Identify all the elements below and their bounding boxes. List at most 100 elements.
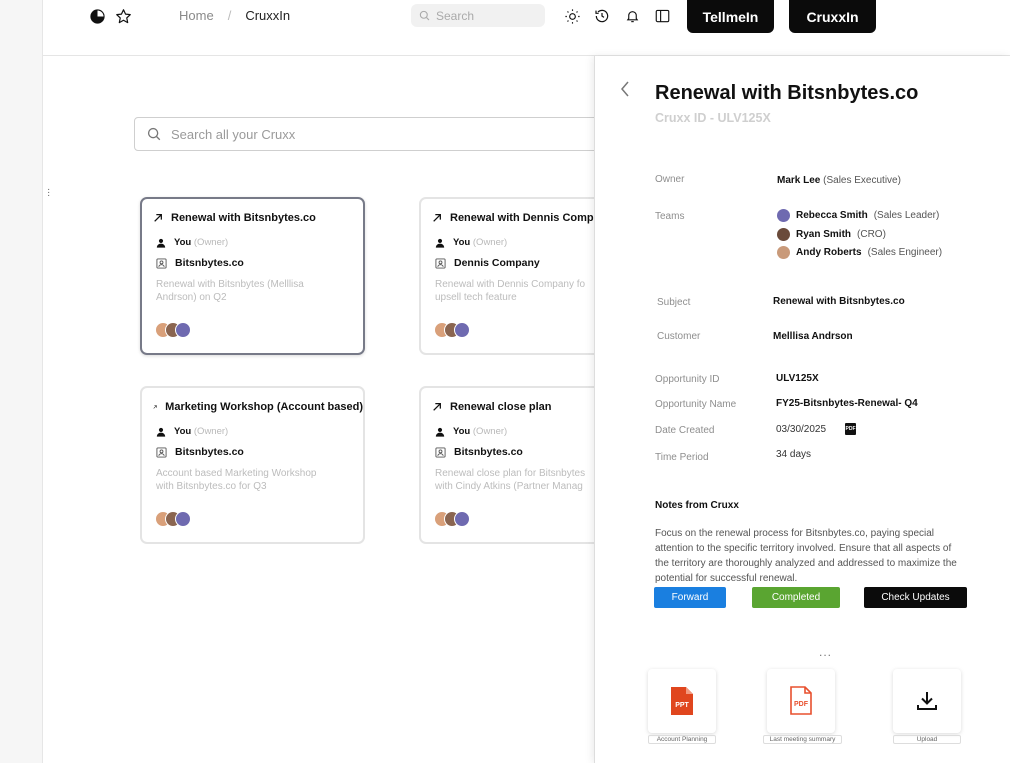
pdf-file-icon: PDF <box>790 686 812 715</box>
avatar-group <box>155 511 191 527</box>
pdf-icon[interactable]: PDF <box>845 423 856 435</box>
card-owner: You <box>453 237 471 248</box>
cruxxin-button[interactable]: CruxxIn <box>789 0 876 33</box>
avatar <box>175 322 191 338</box>
bell-icon[interactable] <box>623 7 641 25</box>
card-company: Bitsnbytes.co <box>454 446 523 458</box>
team-member-name: Ryan Smith <box>796 229 852 240</box>
card-description-line: upsell tech feature <box>435 291 517 303</box>
top-bar: Home / CruxxIn Search TellmeIn CruxxIn <box>43 0 1010 56</box>
user-icon <box>435 427 445 437</box>
team-member-role: (Sales Leader) <box>873 210 940 221</box>
card-description-line: Account based Marketing Workshop <box>156 468 317 479</box>
search-icon <box>147 127 161 141</box>
cruxx-card[interactable]: Marketing Workshop (Account based) You (… <box>140 386 365 544</box>
owner-role: (Sales Executive) <box>823 175 901 186</box>
team-member: Ryan Smith (CRO) <box>777 228 886 241</box>
notes-heading: Notes from Cruxx <box>655 500 739 511</box>
date-created-value: 03/30/2025 <box>776 424 827 435</box>
sidebar-toggle-icon[interactable] <box>653 7 671 25</box>
time-period-value: 34 days <box>776 449 812 460</box>
file-caption: Account Planning <box>648 735 716 744</box>
card-title: Renewal with Bitsnbytes.co <box>171 212 316 224</box>
rail-drag-handle[interactable]: · · · <box>47 185 50 201</box>
download-icon <box>917 692 937 710</box>
card-owner: You <box>174 426 192 437</box>
breadcrumb-separator: / <box>227 8 232 23</box>
card-description-line: Renewal with Dennis Company fo <box>435 279 586 290</box>
card-company: Dennis Company <box>454 257 540 269</box>
card-owner: You <box>453 426 471 437</box>
file-last-meeting-summary[interactable]: PDF <box>767 669 835 733</box>
card-description-line: with Bitsnbytes.co for Q3 <box>156 480 267 492</box>
card-description-line: Renewal with Bitsnbytes (Melllisa <box>156 279 304 290</box>
arrow-up-right-icon <box>433 403 441 411</box>
forward-button[interactable]: Forward <box>654 587 726 608</box>
breadcrumb-current[interactable]: CruxxIn <box>245 8 290 23</box>
date-created-label: Date Created <box>655 425 715 436</box>
detail-panel: Renewal with Bitsnbytes.co Cruxx ID - UL… <box>594 56 1010 763</box>
avatar-group <box>434 511 470 527</box>
star-icon[interactable] <box>114 7 132 25</box>
team-member: Rebecca Smith (Sales Leader) <box>777 209 939 222</box>
card-owner-role: (Owner) <box>193 426 229 437</box>
user-icon <box>435 238 445 248</box>
breadcrumb-home[interactable]: Home <box>179 8 214 23</box>
check-updates-button[interactable]: Check Updates <box>864 587 967 608</box>
ppt-label: PPT <box>675 702 689 709</box>
card-description-line: with Cindy Atkins (Partner Manag <box>435 480 583 492</box>
arrow-up-right-icon <box>153 405 157 409</box>
upload-file-button[interactable] <box>893 669 961 733</box>
avatar <box>777 228 790 241</box>
ppt-file-icon: PPT <box>671 687 693 715</box>
card-title: Renewal close plan <box>450 401 552 413</box>
avatar <box>175 511 191 527</box>
avatar <box>454 511 470 527</box>
avatar <box>777 209 790 222</box>
completed-button[interactable]: Completed <box>752 587 840 608</box>
team-member-role: (CRO) <box>857 229 886 240</box>
file-caption: Last meeting summary <box>763 735 842 744</box>
team-member-name: Rebecca Smith <box>796 210 868 221</box>
left-rail <box>0 0 43 763</box>
more-ellipsis[interactable]: ... <box>819 645 832 659</box>
opportunity-id-label: Opportunity ID <box>655 374 720 385</box>
cruxx-card[interactable]: Renewal with Bitsnbytes.co You (Owner) B… <box>140 197 365 355</box>
user-icon <box>156 238 166 248</box>
card-owner-role: (Owner) <box>193 237 229 248</box>
main-search-input[interactable]: Search all your Cruxx <box>134 117 604 151</box>
sun-icon[interactable] <box>563 7 581 25</box>
card-description-line: Renewal close plan for Bitsnbytes <box>435 468 586 479</box>
card-description-line: Andrson) on Q2 <box>156 291 227 303</box>
card-owner-role: (Owner) <box>472 426 508 437</box>
top-search-input[interactable]: Search <box>411 4 545 27</box>
avatar <box>777 246 790 259</box>
subject-label: Subject <box>657 297 691 308</box>
card-owner: You <box>174 237 192 248</box>
panel-title: Renewal with Bitsnbytes.co <box>655 82 919 104</box>
notes-text: Focus on the renewal process for Bitsnby… <box>655 528 957 584</box>
building-icon <box>156 257 167 269</box>
top-search-placeholder: Search <box>436 8 475 23</box>
avatar <box>454 322 470 338</box>
panel-subtitle: Cruxx ID - ULV125X <box>655 111 771 125</box>
customer-label: Customer <box>657 331 701 342</box>
building-icon <box>156 446 167 458</box>
card-title: Marketing Workshop (Account based) <box>165 401 363 413</box>
file-account-planning[interactable]: PPT <box>648 669 716 733</box>
building-icon <box>435 257 446 269</box>
card-company: Bitsnbytes.co <box>175 257 244 269</box>
customer-value: Melllisa Andrson <box>773 331 853 342</box>
team-member: Andy Roberts (Sales Engineer) <box>777 246 942 259</box>
tellmein-button[interactable]: TellmeIn <box>687 0 774 33</box>
building-icon <box>435 446 446 458</box>
team-member-name: Andy Roberts <box>796 247 862 258</box>
opportunity-id-value: ULV125X <box>776 373 819 384</box>
time-period-label: Time Period <box>655 452 709 463</box>
pie-chart-icon[interactable] <box>88 7 106 25</box>
chevron-left-icon[interactable] <box>619 80 631 103</box>
history-icon[interactable] <box>593 7 611 25</box>
teams-label: Teams <box>655 211 685 222</box>
search-icon <box>419 10 430 21</box>
card-owner-role: (Owner) <box>472 237 508 248</box>
